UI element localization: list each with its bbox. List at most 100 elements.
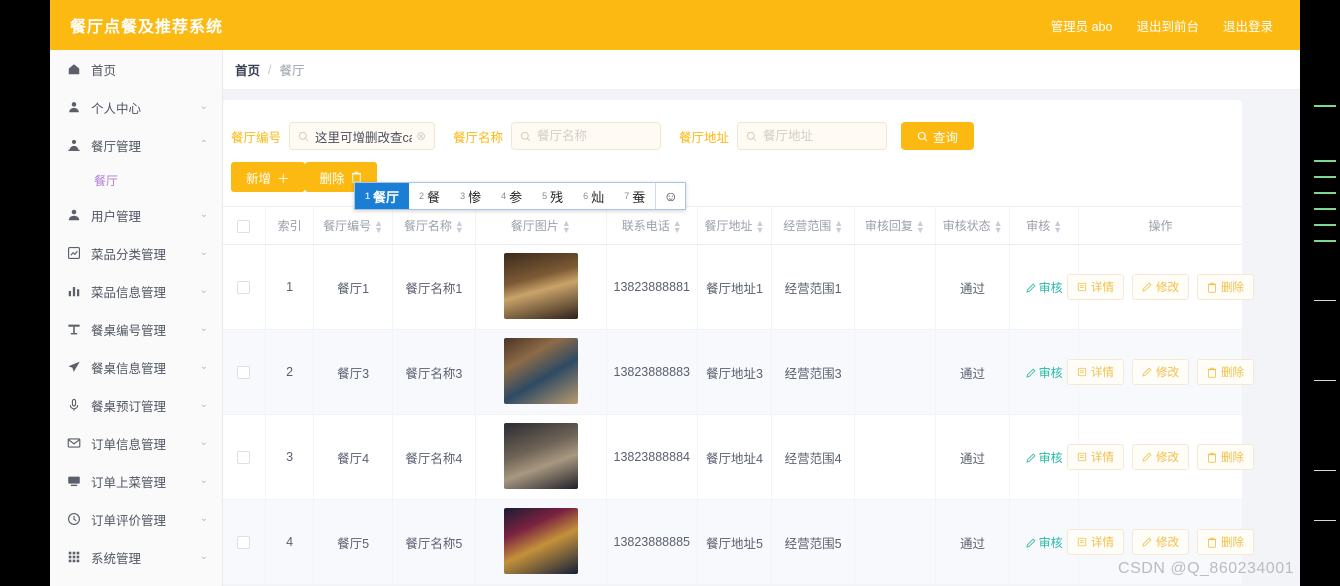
chevron-icon[interactable]: ⌄ bbox=[200, 552, 208, 562]
ime-candidate-5[interactable]: 5残 bbox=[532, 183, 573, 209]
audit-link[interactable]: 审核 bbox=[1026, 451, 1063, 465]
sidebar-item-7[interactable]: 餐桌信息管理 ⌄ bbox=[50, 348, 222, 386]
table-header-reply[interactable]: 审核回复 ▲ ▼ bbox=[854, 206, 936, 245]
chevron-icon[interactable]: ⌄ bbox=[200, 400, 208, 410]
row-checkbox[interactable] bbox=[237, 536, 251, 550]
search-button[interactable]: 查询 bbox=[901, 122, 975, 150]
filter-id-wrapper[interactable]: ⊗ bbox=[289, 122, 436, 150]
cell-status: 通过 bbox=[935, 414, 1011, 500]
detail-button[interactable]: 详情 bbox=[1066, 529, 1124, 555]
edit-icon bbox=[1142, 282, 1152, 292]
detail-button[interactable]: 详情 bbox=[1066, 274, 1124, 300]
ime-candidate-6[interactable]: 6灿 bbox=[573, 183, 614, 209]
sort-icon[interactable]: ▲ ▼ bbox=[994, 218, 1003, 234]
edit-button[interactable]: 修改 bbox=[1131, 529, 1189, 555]
sort-icon[interactable]: ▲ ▼ bbox=[673, 218, 682, 234]
table-row: 1 餐厅1 餐厅名称1 13823888881 餐厅地址1 经营范围1 通过 审核 详情 修改 删除 bbox=[223, 244, 1254, 330]
restaurant-thumbnail[interactable] bbox=[503, 337, 578, 404]
table-header-audit[interactable]: 审核 ▲ ▼ bbox=[1009, 206, 1079, 245]
sort-icon[interactable]: ▲ ▼ bbox=[756, 218, 765, 234]
sidebar-item-1[interactable]: 个人中心 ⌄ bbox=[50, 88, 222, 126]
filter-name-wrapper[interactable] bbox=[511, 122, 662, 150]
chevron-icon[interactable]: ⌄ bbox=[200, 476, 208, 486]
add-button[interactable]: 新增 ＋ bbox=[231, 162, 305, 192]
select-all-checkbox[interactable] bbox=[237, 219, 251, 233]
row-checkbox[interactable] bbox=[237, 451, 251, 465]
row-checkbox[interactable] bbox=[237, 366, 251, 380]
sidebar-submenu-item-restaurant[interactable]: 餐厅 bbox=[50, 164, 222, 196]
sort-icon[interactable]: ▲ ▼ bbox=[455, 218, 464, 234]
sidebar-item-9[interactable]: 订单信息管理 ⌄ bbox=[50, 424, 222, 462]
filter-address-input[interactable] bbox=[763, 129, 879, 143]
row-delete-button[interactable]: 删除 bbox=[1196, 359, 1254, 385]
chevron-icon[interactable]: ⌄ bbox=[200, 248, 208, 258]
table-header-status[interactable]: 审核状态 ▲ ▼ bbox=[935, 206, 1011, 245]
cell-scope: 经营范围4 bbox=[771, 414, 856, 500]
row-delete-button[interactable]: 删除 bbox=[1196, 529, 1254, 555]
restaurant-thumbnail[interactable] bbox=[503, 507, 578, 574]
row-checkbox[interactable] bbox=[237, 281, 251, 295]
ime-candidate-2[interactable]: 2餐 bbox=[409, 183, 450, 209]
sidebar-item-12[interactable]: 系统管理 ⌄ bbox=[50, 538, 222, 576]
detail-button[interactable]: 详情 bbox=[1066, 444, 1124, 470]
detail-button[interactable]: 详情 bbox=[1066, 359, 1124, 385]
chevron-icon[interactable]: ⌄ bbox=[200, 438, 208, 448]
table-header-image[interactable]: 餐厅图片 ▲ ▼ bbox=[475, 206, 607, 245]
audit-link[interactable]: 审核 bbox=[1026, 281, 1063, 295]
grid-icon bbox=[66, 549, 82, 565]
sort-icon[interactable]: ▲ ▼ bbox=[834, 218, 843, 234]
chevron-icon[interactable]: ⌃ bbox=[200, 140, 208, 150]
sidebar-item-8[interactable]: 餐桌预订管理 ⌄ bbox=[50, 386, 222, 424]
sidebar-item-4[interactable]: 菜品分类管理 ⌄ bbox=[50, 234, 222, 272]
user-tie-icon bbox=[66, 137, 82, 153]
sort-icon[interactable]: ▲ ▼ bbox=[374, 218, 383, 234]
sidebar-item-2[interactable]: 餐厅管理 ⌃ bbox=[50, 126, 222, 164]
edit-button[interactable]: 修改 bbox=[1131, 444, 1189, 470]
sort-icon[interactable]: ▲ ▼ bbox=[1053, 218, 1062, 234]
ime-candidate-3[interactable]: 3惨 bbox=[450, 183, 491, 209]
ime-candidate-popup[interactable]: 1 餐厅 2 餐 3 惨 4 参 5 残 6 灿 7 蚕 ☺ bbox=[354, 182, 687, 210]
sidebar-item-11[interactable]: 订单评价管理 ⌄ bbox=[50, 500, 222, 538]
table-header-phone[interactable]: 联系电话 ▲ ▼ bbox=[606, 206, 698, 245]
chevron-icon[interactable]: ⌄ bbox=[200, 324, 208, 334]
search-icon bbox=[520, 131, 531, 142]
filter-id-input[interactable] bbox=[315, 129, 412, 143]
table-header-address[interactable]: 餐厅地址 ▲ ▼ bbox=[697, 206, 773, 245]
restaurant-thumbnail[interactable] bbox=[503, 422, 578, 489]
table-header-scope[interactable]: 经营范围 ▲ ▼ bbox=[771, 206, 856, 245]
admin-name[interactable]: 管理员 abo bbox=[1051, 16, 1113, 35]
chevron-icon[interactable]: ⌄ bbox=[200, 362, 208, 372]
filter-name-input[interactable] bbox=[537, 129, 653, 143]
sort-icon[interactable]: ▲ ▼ bbox=[562, 218, 571, 234]
edit-button[interactable]: 修改 bbox=[1131, 359, 1189, 385]
ime-candidate-7[interactable]: 7蚕 bbox=[614, 183, 655, 209]
edit-button[interactable]: 修改 bbox=[1131, 274, 1189, 300]
logout-link[interactable]: 退出登录 bbox=[1223, 16, 1273, 35]
restaurant-thumbnail[interactable] bbox=[503, 252, 578, 319]
chevron-icon[interactable]: ⌄ bbox=[200, 210, 208, 220]
exit-to-frontend-link[interactable]: 退出到前台 bbox=[1136, 16, 1199, 35]
table-header-name[interactable]: 餐厅名称 ▲ ▼ bbox=[392, 206, 476, 245]
breadcrumb-home[interactable]: 首页 bbox=[235, 60, 260, 79]
ime-candidate-4[interactable]: 4参 bbox=[491, 183, 532, 209]
cell-phone: 13823888885 bbox=[606, 499, 698, 585]
sidebar-item-6[interactable]: 餐桌编号管理 ⌄ bbox=[50, 310, 222, 348]
row-delete-button[interactable]: 删除 bbox=[1196, 444, 1254, 470]
sidebar-item-3[interactable]: 用户管理 ⌄ bbox=[50, 196, 222, 234]
filter-address-wrapper[interactable] bbox=[737, 122, 888, 150]
sidebar-item-0[interactable]: 首页 bbox=[50, 50, 222, 88]
sort-icon[interactable]: ▲ ▼ bbox=[916, 218, 925, 234]
audit-link[interactable]: 审核 bbox=[1026, 536, 1063, 550]
ime-candidate-1[interactable]: 1 餐厅 bbox=[355, 183, 410, 209]
chevron-icon[interactable]: ⌄ bbox=[200, 514, 208, 524]
clear-icon[interactable]: ⊗ bbox=[416, 129, 426, 143]
audit-link[interactable]: 审核 bbox=[1026, 366, 1063, 380]
sidebar-item-5[interactable]: 菜品信息管理 ⌄ bbox=[50, 272, 222, 310]
row-actions: 详情 修改 删除 bbox=[1066, 529, 1254, 555]
row-delete-button[interactable]: 删除 bbox=[1196, 274, 1254, 300]
sidebar-item-10[interactable]: 订单上菜管理 ⌄ bbox=[50, 462, 222, 500]
table-header-id[interactable]: 餐厅编号 ▲ ▼ bbox=[313, 206, 393, 245]
chevron-icon[interactable]: ⌄ bbox=[200, 102, 208, 112]
chevron-icon[interactable]: ⌄ bbox=[200, 286, 208, 296]
emoji-icon[interactable]: ☺ bbox=[655, 183, 685, 209]
